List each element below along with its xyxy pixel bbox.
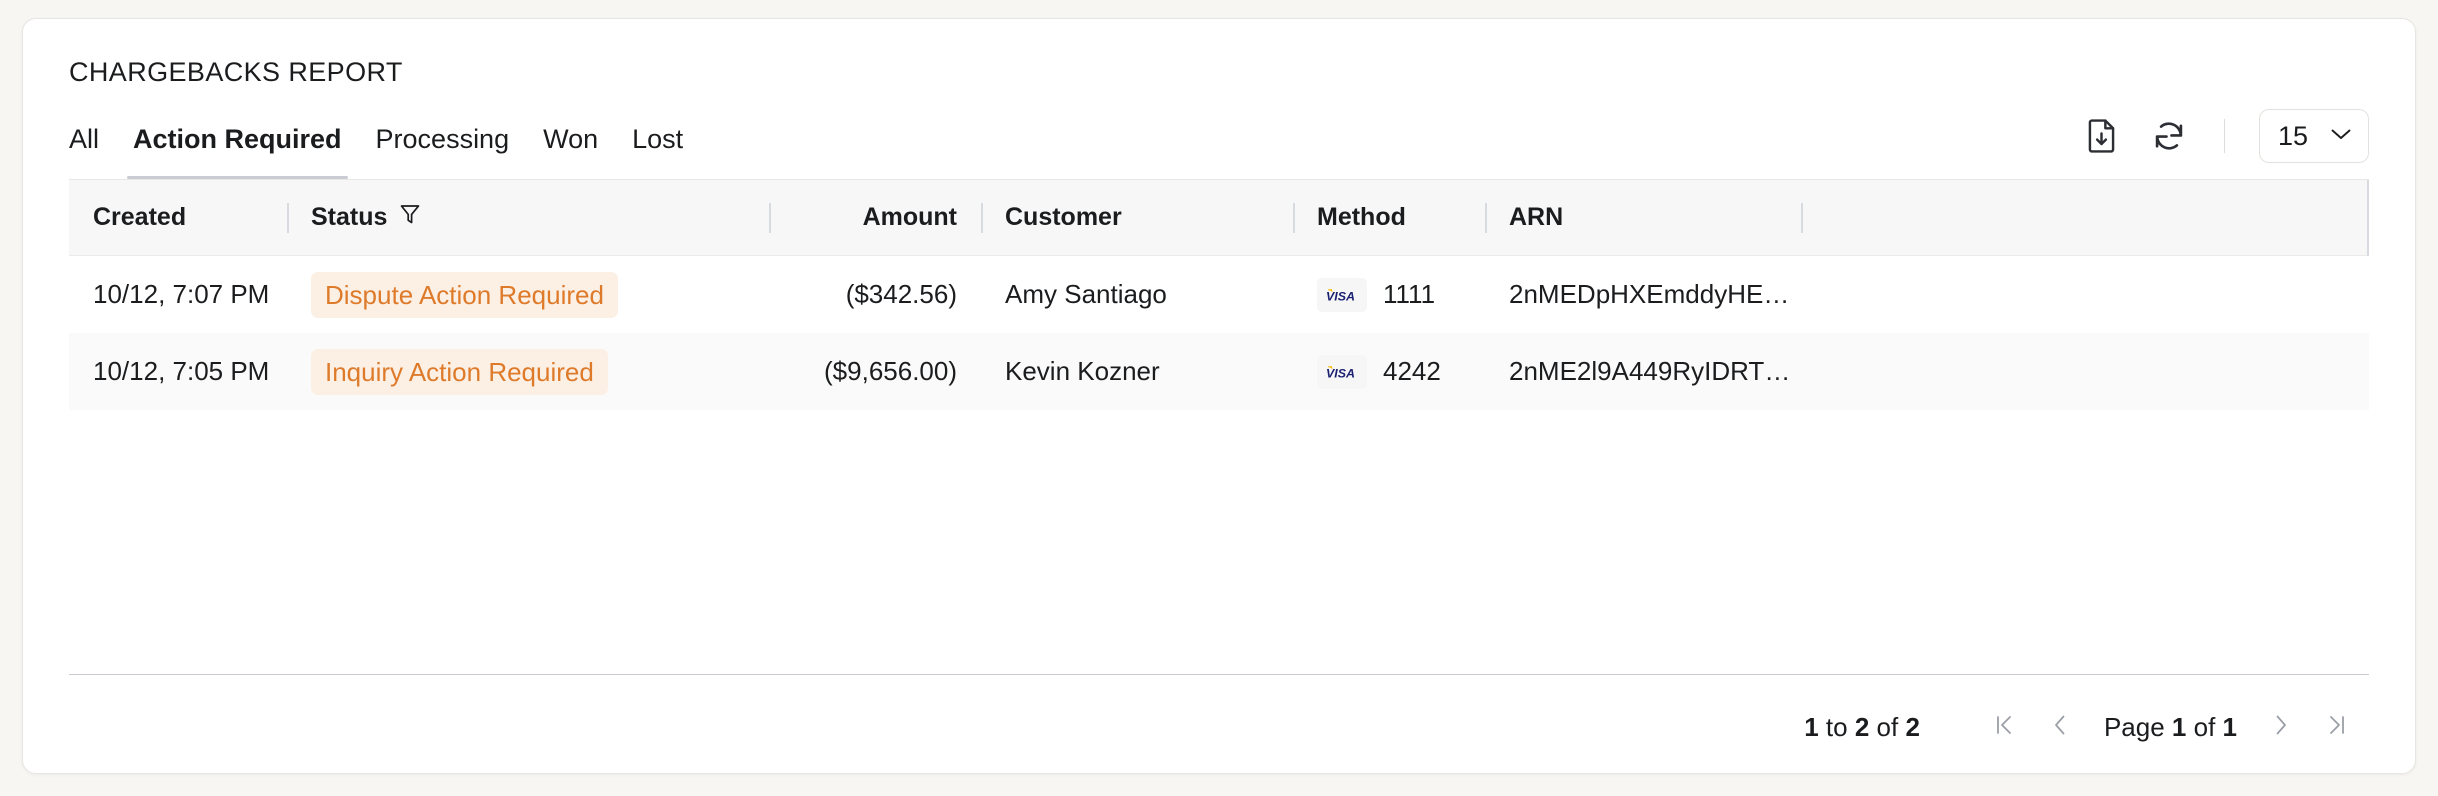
range-word-of: of (1876, 711, 1899, 742)
cell-status: Inquiry Action Required (287, 333, 769, 410)
column-label-amount: Amount (862, 203, 957, 231)
column-header-overflow (1801, 180, 2369, 255)
cell-customer: Kevin Kozner (1005, 356, 1160, 386)
cell-amount: ($9,656.00) (824, 356, 957, 386)
first-page-button[interactable] (1976, 699, 2032, 755)
svg-text:VISA: VISA (1326, 289, 1355, 303)
cell-created: 10/12, 7:07 PM (93, 279, 270, 309)
range-total: 2 (1905, 711, 1920, 742)
export-button[interactable] (2080, 115, 2122, 157)
tab-action-required[interactable]: Action Required (127, 126, 348, 179)
cell-amount: ($342.56) (845, 279, 957, 309)
table-footer: 1 to 2 of 2 Page 1 of 1 (69, 674, 2369, 779)
column-header-method[interactable]: Method (1293, 180, 1485, 255)
tab-lost[interactable]: Lost (632, 126, 683, 179)
cell-method: VISA 1111 (1293, 256, 1485, 333)
file-download-icon (2086, 118, 2117, 154)
column-header-amount[interactable]: Amount (769, 180, 981, 255)
cell-overflow (1801, 256, 2369, 333)
status-badge: Inquiry Action Required (311, 348, 608, 395)
tab-won[interactable]: Won (543, 126, 598, 179)
column-divider-right (2367, 180, 2369, 256)
range-to: 2 (1854, 711, 1870, 742)
page-size-value: 15 (2278, 120, 2309, 151)
cell-method: VISA 4242 (1293, 333, 1485, 410)
column-label-status: Status (311, 203, 388, 231)
previous-page-button[interactable] (2032, 699, 2088, 755)
report-toolbar: All Action Required Processing Won Lost (69, 103, 2369, 179)
cell-status: Dispute Action Required (287, 256, 769, 333)
table-row[interactable]: 10/12, 7:07 PM Dispute Action Required (… (69, 256, 2369, 333)
table-header-row: Created Status Amount Customer Method AR… (69, 180, 2369, 256)
card-last4: 1111 (1383, 279, 1436, 309)
card-last4: 4242 (1383, 356, 1441, 386)
chevron-right-icon (2270, 712, 2292, 743)
toolbar-divider (2224, 119, 2225, 153)
column-header-arn[interactable]: ARN (1485, 180, 1801, 255)
page-indicator: Page 1 of 1 (2088, 712, 2253, 743)
column-label-customer: Customer (1005, 203, 1122, 231)
status-tabs: All Action Required Processing Won Lost (69, 103, 683, 179)
row-range-text: 1 to 2 of 2 (1804, 712, 1920, 743)
column-label-arn: ARN (1509, 203, 1564, 231)
last-page-icon (2325, 712, 2349, 743)
range-from: 1 (1804, 711, 1819, 742)
svg-text:VISA: VISA (1326, 366, 1355, 380)
chargebacks-table: Created Status Amount Customer Method AR… (69, 179, 2369, 674)
tab-all[interactable]: All (69, 126, 99, 179)
last-page-button[interactable] (2309, 699, 2365, 755)
visa-logo-icon: VISA (1317, 277, 1367, 312)
cell-arn: 2nME2l9A449RyIDRTJPGY... (1485, 333, 1801, 410)
tab-processing[interactable]: Processing (376, 126, 510, 179)
column-header-created[interactable]: Created (69, 180, 287, 255)
cell-created: 10/12, 7:05 PM (93, 356, 270, 386)
pagination-controls: Page 1 of 1 (1976, 699, 2365, 755)
column-label-created: Created (93, 203, 187, 231)
page-word-of: of (2193, 711, 2216, 742)
refresh-icon (2151, 118, 2187, 154)
funnel-filter-icon[interactable] (399, 202, 421, 233)
page-title: CHARGEBACKS REPORT (69, 57, 403, 87)
cell-customer: Amy Santiago (1005, 279, 1167, 309)
page-background: CHARGEBACKS REPORT All Action Required P… (0, 0, 2438, 796)
column-label-method: Method (1317, 203, 1406, 231)
cell-arn: 2nMEDpHXEmddyHEmcA... (1485, 256, 1801, 333)
page-size-select[interactable]: 15 (2259, 109, 2369, 163)
page-word: Page (2103, 711, 2165, 742)
refresh-button[interactable] (2148, 115, 2190, 157)
cell-overflow (1801, 333, 2369, 410)
range-word-to: to (1825, 711, 1848, 742)
arn-value: 2nME2l9A449RyIDRTJPGY... (1509, 356, 1801, 386)
chevron-down-icon (2330, 127, 2352, 146)
table-row[interactable]: 10/12, 7:05 PM Inquiry Action Required (… (69, 333, 2369, 410)
page-current: 1 (2171, 711, 2187, 742)
first-page-icon (1992, 712, 2016, 743)
toolbar-actions: 15 (2080, 109, 2369, 179)
chargebacks-report-card: CHARGEBACKS REPORT All Action Required P… (22, 18, 2416, 774)
arn-value: 2nMEDpHXEmddyHEmcA... (1509, 279, 1801, 309)
column-header-status[interactable]: Status (287, 180, 769, 255)
visa-logo-icon: VISA (1317, 354, 1367, 389)
next-page-button[interactable] (2253, 699, 2309, 755)
chevron-left-icon (2049, 712, 2071, 743)
page-total: 1 (2222, 711, 2237, 742)
column-header-customer[interactable]: Customer (981, 180, 1293, 255)
status-badge: Dispute Action Required (311, 271, 618, 318)
